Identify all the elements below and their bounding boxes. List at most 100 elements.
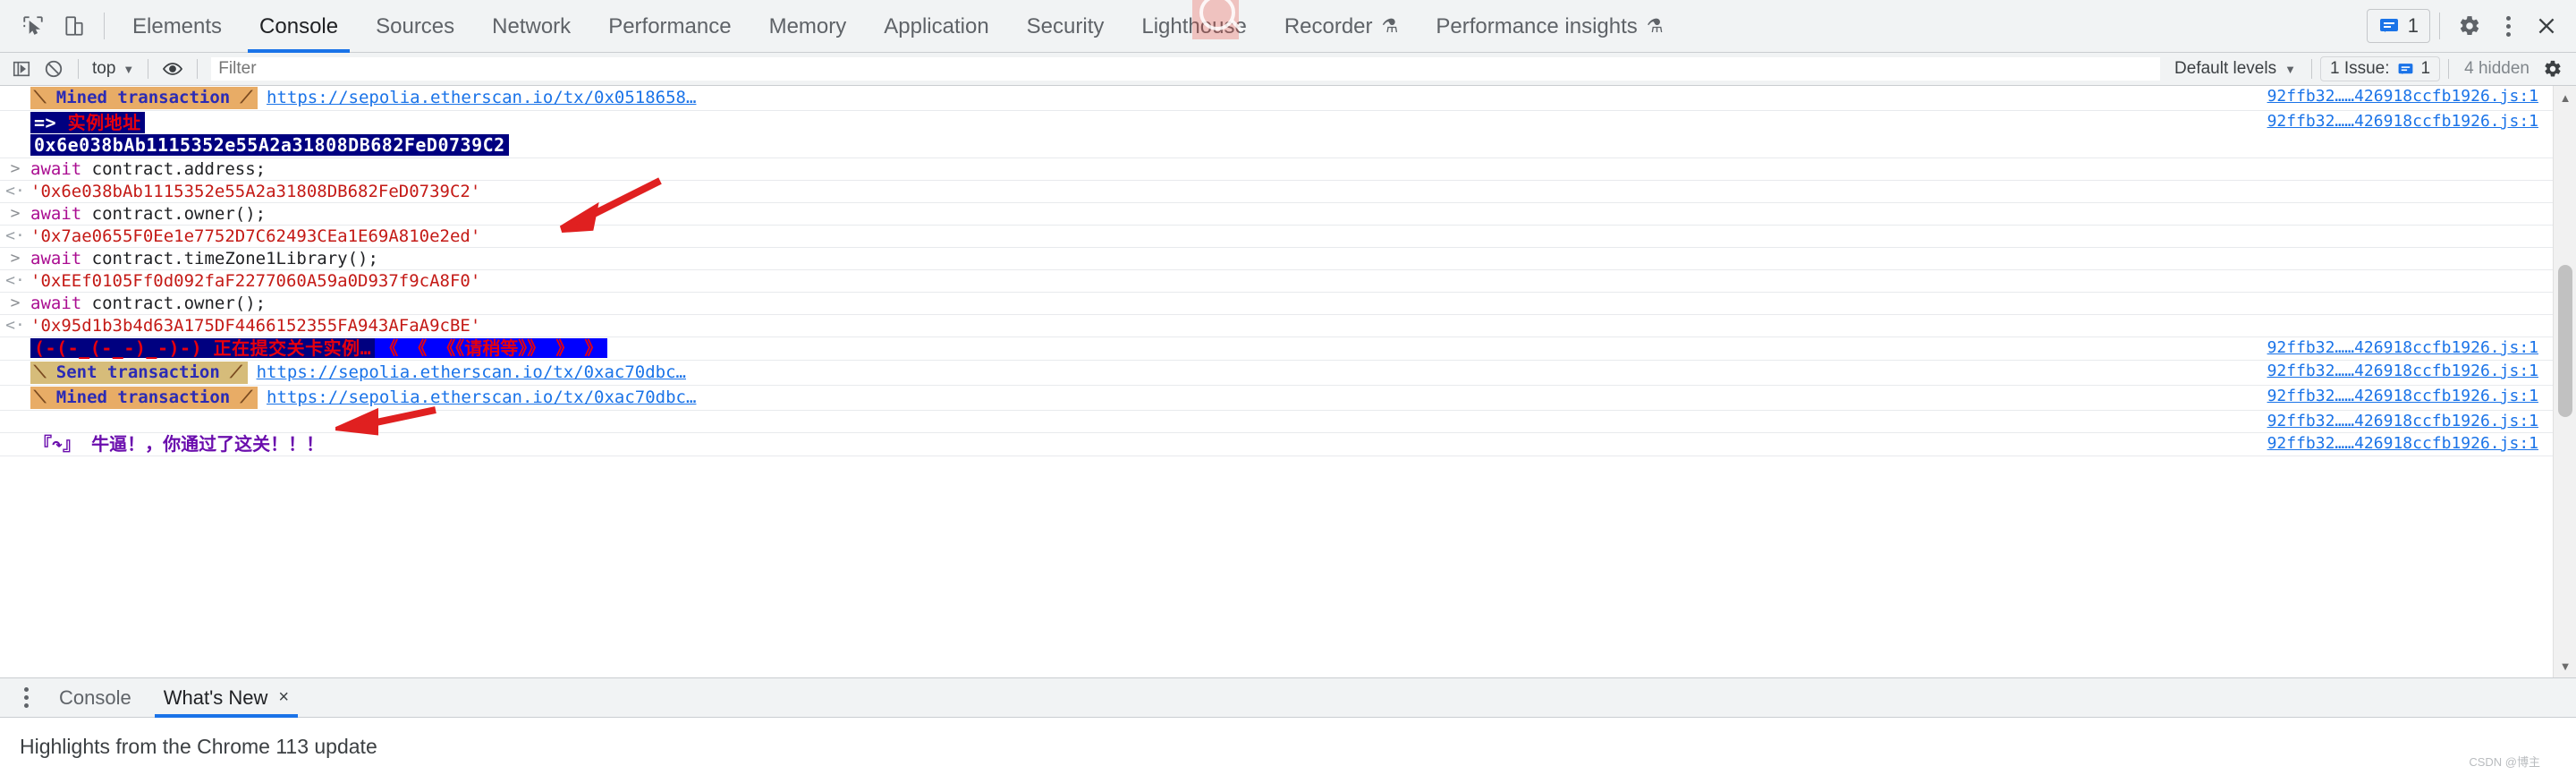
instance-address-label-block: => 实例地址: [30, 112, 145, 133]
toolbar-divider: [78, 59, 79, 79]
row-gutter-output-arrow: <·: [5, 182, 25, 200]
devtools-main-toolbar: Elements Console Sources Network Perform…: [0, 0, 2576, 53]
tab-recorder[interactable]: Recorder ⚗: [1266, 0, 1418, 53]
scrollbar-thumb[interactable]: [2558, 265, 2572, 417]
tab-console[interactable]: Console: [241, 0, 357, 53]
console-filter-toolbar: top ▼ Default levels ▼ 1 Issue:: [0, 53, 2576, 86]
tab-application[interactable]: Application: [865, 0, 1007, 53]
source-file-link[interactable]: 92ffb32……426918ccfb1926.js:1: [2267, 362, 2576, 381]
console-row-submitting-instance[interactable]: (-(-_(-_-)_-)-) 正在提交关卡实例… 《 《 《《请稍等》》 》 》…: [0, 337, 2576, 361]
row-content: await contract.owner();: [30, 204, 2538, 224]
console-message-area: ⟍ Mined transaction ⟋ https://sepolia.eth…: [0, 86, 2576, 677]
experiment-flask-icon: ⚗: [1646, 15, 1664, 37]
console-row-mined-transaction-1[interactable]: ⟍ Mined transaction ⟋ https://sepolia.eth…: [0, 86, 2576, 111]
execution-context-selector[interactable]: top ▼: [87, 59, 140, 79]
live-expressions-eye-icon[interactable]: [157, 55, 189, 83]
device-toolbar-icon[interactable]: [54, 5, 95, 47]
expression-text: contract.owner();: [81, 204, 267, 224]
log-levels-selector[interactable]: Default levels ▼: [2167, 59, 2303, 79]
console-row-instance-address[interactable]: => 实例地址 0x6e038bAb1115352e55A2a31808DB68…: [0, 111, 2576, 158]
row-content: '0x6e038bAb1115352e55A2a31808DB682FeD073…: [30, 182, 2538, 201]
drawer-tab-bar: Console What's New ×: [0, 678, 2576, 718]
tab-sources[interactable]: Sources: [357, 0, 473, 53]
keyword-await: await: [30, 204, 82, 224]
slash-glyph: ⟍: [34, 362, 47, 382]
whats-new-content: Highlights from the Chrome 113 update: [0, 718, 2576, 775]
issues-summary-button[interactable]: 1 Issue: 1: [2319, 56, 2441, 81]
slash-glyph: ⟋: [240, 388, 252, 407]
submitting-instance-block: (-(-_(-_-)_-)-) 正在提交关卡实例…: [30, 338, 376, 359]
badge-text: Sent transaction: [55, 362, 220, 382]
etherscan-tx-link[interactable]: https://sepolia.etherscan.io/tx/0xac70db…: [267, 388, 696, 407]
return-value: '0x95d1b3b4d63A175DF4466152355FA943AFaA9…: [30, 316, 481, 336]
drawer-more-options-icon[interactable]: [9, 681, 43, 715]
source-file-link[interactable]: 92ffb32……426918ccfb1926.js:1: [2267, 87, 2576, 106]
expression-text: contract.owner();: [81, 294, 267, 313]
execution-context-label: top: [92, 59, 116, 78]
tab-lighthouse[interactable]: Lighthouse: [1123, 0, 1265, 53]
console-row-input-owner-2[interactable]: > await contract.owner();: [0, 293, 2576, 315]
badge-text: Mined transaction: [55, 88, 231, 107]
return-value: '0xEEf0105Ff0d092faF2277060A59a0D937f9cA…: [30, 271, 481, 291]
dot: [23, 687, 29, 692]
console-scroll-region: ⟍ Mined transaction ⟋ https://sepolia.eth…: [0, 86, 2576, 677]
console-row-output-owner-1[interactable]: <· '0x7ae0655F0Ee1e7752D7C62493CEa1E69A8…: [0, 226, 2576, 248]
console-row-output-timezone-library[interactable]: <· '0xEEf0105Ff0d092faF2277060A59a0D937f…: [0, 270, 2576, 293]
clear-console-icon[interactable]: [38, 55, 70, 83]
tab-memory[interactable]: Memory: [750, 0, 866, 53]
console-row-sent-transaction[interactable]: ⟍ Sent transaction ⟋ https://sepolia.ethe…: [0, 361, 2576, 386]
tab-elements[interactable]: Elements: [114, 0, 241, 53]
row-gutter-input-arrow: >: [10, 204, 21, 223]
devtools-tab-list: Elements Console Sources Network Perform…: [114, 0, 2367, 53]
tab-security[interactable]: Security: [1008, 0, 1123, 53]
console-sidebar-toggle-icon[interactable]: [5, 55, 38, 83]
row-content: '0x7ae0655F0Ee1e7752D7C62493CEa1E69A810e…: [30, 226, 2538, 246]
close-icon[interactable]: [2526, 5, 2567, 47]
console-settings-gear-icon[interactable]: [2537, 55, 2569, 83]
dot: [2505, 31, 2511, 37]
scroll-up-arrow-icon[interactable]: ▲: [2554, 86, 2576, 109]
source-file-link[interactable]: 92ffb32……426918ccfb1926.js:1: [2267, 387, 2576, 406]
close-icon[interactable]: ×: [278, 687, 289, 708]
console-row-mined-transaction-2[interactable]: ⟍ Mined transaction ⟋ https://sepolia.eth…: [0, 386, 2576, 411]
console-row-output-address[interactable]: <· '0x6e038bAb1115352e55A2a31808DB682FeD…: [0, 181, 2576, 203]
row-gutter-input-arrow: >: [10, 294, 21, 312]
toolbar-right-controls: 1: [2366, 5, 2567, 47]
console-row-input-owner-1[interactable]: > await contract.owner();: [0, 203, 2576, 226]
console-filter-input[interactable]: [211, 57, 2161, 81]
tab-label: Network: [492, 13, 572, 38]
submitting-instance-text: (-(-_(-_-)_-)-) 正在提交关卡实例…: [34, 338, 372, 359]
console-vertical-scrollbar[interactable]: ▲ ▼: [2553, 86, 2576, 677]
hidden-messages-count[interactable]: 4 hidden: [2457, 59, 2537, 79]
tab-performance-insights[interactable]: Performance insights ⚗: [1417, 0, 1682, 53]
dot: [23, 703, 29, 708]
instance-address-value: 0x6e038bAb1115352e55A2a31808DB682FeD0739…: [34, 134, 505, 156]
more-options-icon[interactable]: [2490, 5, 2526, 47]
tab-network[interactable]: Network: [473, 0, 589, 53]
inspect-element-icon[interactable]: [13, 5, 54, 47]
console-row-blank[interactable]: 92ffb32……426918ccfb1926.js:1: [0, 411, 2576, 433]
console-row-output-owner-2[interactable]: <· '0x95d1b3b4d63A175DF4466152355FA943AF…: [0, 315, 2576, 337]
console-row-input-address[interactable]: > await contract.address;: [0, 158, 2576, 181]
etherscan-tx-link[interactable]: https://sepolia.etherscan.io/tx/0x051865…: [267, 88, 696, 107]
drawer-tab-whats-new[interactable]: What's New ×: [148, 678, 305, 718]
source-file-link[interactable]: 92ffb32……426918ccfb1926.js:1: [2267, 412, 2576, 431]
scroll-down-arrow-icon[interactable]: ▼: [2554, 654, 2576, 677]
badge-text: Mined transaction: [55, 388, 231, 407]
slash-glyph: ⟍: [34, 88, 47, 107]
source-file-link[interactable]: 92ffb32……426918ccfb1926.js:1: [2267, 338, 2576, 358]
console-row-level-passed[interactable]: 『↷』 牛逼！，你通过了这关！！！ 92ffb32……426918ccfb192…: [0, 433, 2576, 456]
source-file-link[interactable]: 92ffb32……426918ccfb1926.js:1: [2267, 112, 2576, 132]
tab-label: Console: [259, 13, 339, 38]
drawer-tab-console[interactable]: Console: [43, 678, 148, 718]
row-content: await contract.timeZone1Library();: [30, 249, 2538, 268]
row-content: await contract.address;: [30, 159, 2538, 179]
message-bubble-icon: [2397, 61, 2414, 78]
level-passed-text: 『↷』 牛逼！，你通过了这关！！！: [34, 434, 325, 455]
gear-icon[interactable]: [2449, 5, 2490, 47]
source-file-link[interactable]: 92ffb32……426918ccfb1926.js:1: [2267, 434, 2576, 454]
tab-performance[interactable]: Performance: [589, 0, 750, 53]
console-row-input-timezone-library[interactable]: > await contract.timeZone1Library();: [0, 248, 2576, 270]
etherscan-tx-link[interactable]: https://sepolia.etherscan.io/tx/0xac70db…: [257, 362, 686, 382]
issues-counter-button[interactable]: 1: [2366, 9, 2430, 43]
